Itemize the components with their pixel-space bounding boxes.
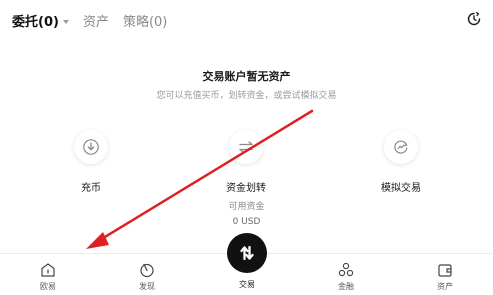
nav-item-discover[interactable]: 发现	[117, 261, 177, 292]
tab-assets[interactable]: 资产	[83, 11, 109, 30]
available-funds-value: 0 USD	[232, 217, 261, 227]
wallet-icon	[438, 264, 452, 277]
top-tabs: 委托(0) 资产 策略(0)	[12, 10, 167, 30]
tab-orders[interactable]: 委托(0)	[12, 11, 69, 30]
deposit-label: 充币	[81, 183, 101, 194]
transfer-label: 资金划转	[226, 183, 266, 194]
empty-state-subtitle: 您可以充值买币，划转资金，或尝试模拟交易	[156, 91, 337, 101]
transfer-button[interactable]: 资金划转	[206, 130, 286, 194]
nav-label-trade: 交易	[239, 280, 255, 289]
trade-button[interactable]	[227, 233, 267, 273]
chevron-down-icon	[62, 20, 69, 24]
download-icon	[74, 130, 108, 164]
demo-trading-label: 模拟交易	[381, 183, 421, 194]
available-funds-label: 可用资金	[228, 202, 265, 212]
demo-trading-button[interactable]: 模拟交易	[361, 130, 441, 194]
deposit-button[interactable]: 充币	[51, 130, 131, 194]
home-icon	[41, 263, 55, 277]
nav-label-finance: 金融	[338, 282, 354, 291]
nav-item-finance[interactable]: 金融	[316, 261, 376, 292]
trade-icon	[240, 245, 254, 261]
finance-icon	[338, 262, 354, 277]
demo-trading-icon	[384, 130, 418, 164]
nav-item-home[interactable]: 欧易	[18, 261, 78, 292]
nav-label-assets: 资产	[437, 282, 453, 291]
transfer-icon	[229, 130, 263, 164]
nav-label-discover: 发现	[139, 282, 155, 291]
tab-strategy[interactable]: 策略(0)	[123, 11, 167, 30]
discover-icon	[140, 263, 154, 278]
nav-label-home: 欧易	[40, 282, 56, 291]
nav-item-assets[interactable]: 资产	[415, 261, 475, 292]
empty-state-title: 交易账户暂无资产	[202, 70, 291, 83]
clock-refresh-icon[interactable]	[465, 10, 483, 28]
